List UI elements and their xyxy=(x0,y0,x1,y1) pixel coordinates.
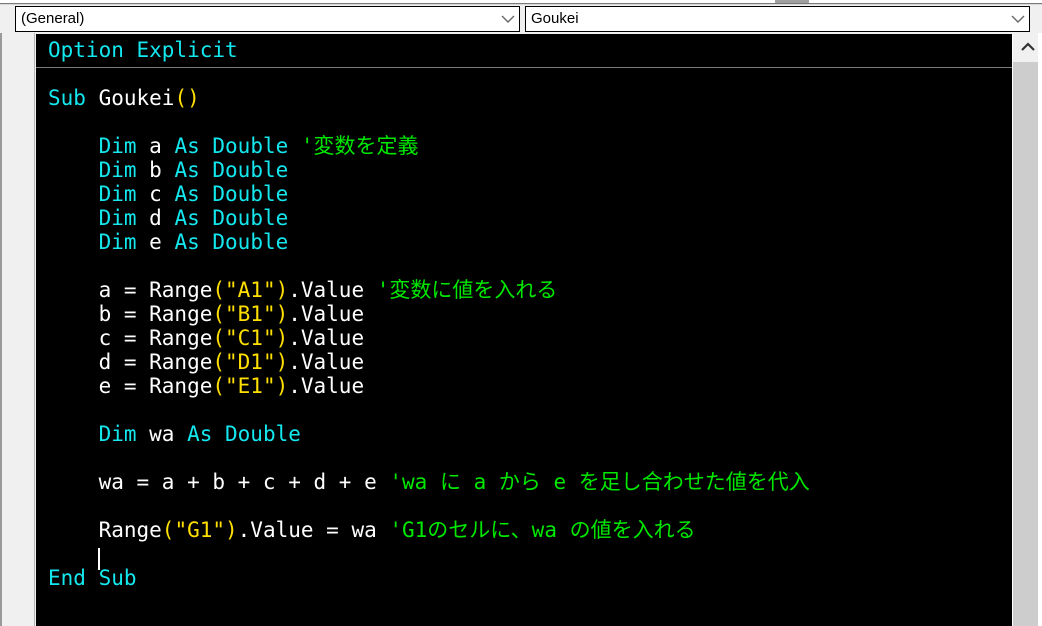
code-token-kw: End Sub xyxy=(48,566,137,590)
code-line: Dim e As Double xyxy=(48,230,1014,254)
code-token-id: .Value xyxy=(288,350,365,374)
code-token-kw: As Double xyxy=(161,158,289,182)
vba-code-window: (General) Goukei Option Explicit Sub Gou… xyxy=(0,0,1042,626)
code-line: a = Range("A1").Value '変数に値を入れる xyxy=(48,278,1014,302)
window-right-edge xyxy=(1038,33,1042,626)
code-token-str: ("A1") xyxy=(212,278,289,302)
code-token-id: .Value xyxy=(288,374,365,398)
code-token-cm: '変数に値を入れる xyxy=(364,278,558,302)
code-token-kw: Dim xyxy=(48,230,150,254)
code-token-id: a = Range xyxy=(48,278,213,302)
code-token-id: .Value = wa xyxy=(237,518,377,542)
code-token-id: b = Range xyxy=(48,302,213,326)
code-token-kw: As Double xyxy=(161,206,289,230)
code-editor-frame: Option Explicit Sub Goukei() Dim a As Do… xyxy=(0,33,1042,626)
code-token-id: e xyxy=(149,230,162,254)
code-line: d = Range("D1").Value xyxy=(48,350,1014,374)
code-line: Sub Goukei() xyxy=(48,86,1014,110)
code-token-id: wa xyxy=(149,422,175,446)
code-token-id: .Value xyxy=(288,326,365,350)
code-line: c = Range("C1").Value xyxy=(48,326,1014,350)
code-token-kw: As Double xyxy=(161,230,289,254)
code-token-id: d xyxy=(149,206,162,230)
code-token-kw: As Double xyxy=(174,422,301,446)
code-line: Dim d As Double xyxy=(48,206,1014,230)
code-line: e = Range("E1").Value xyxy=(48,374,1014,398)
code-line: Dim wa As Double xyxy=(48,422,1014,446)
code-token-str: ("E1") xyxy=(212,374,289,398)
code-token-id: .Value xyxy=(288,278,365,302)
code-token-kw: Dim xyxy=(48,158,150,182)
code-token-cm: 'wa に a から e を足し合わせた値を代入 xyxy=(376,470,810,494)
code-token-kw: Dim xyxy=(48,134,150,158)
code-token-id: c = Range xyxy=(48,326,213,350)
code-line: Dim c As Double xyxy=(48,182,1014,206)
chevron-down-icon[interactable] xyxy=(497,7,519,31)
code-line: wa = a + b + c + d + e 'wa に a から e を足し合… xyxy=(48,470,1014,494)
code-token-cm: 'G1のセルに、wa の値を入れる xyxy=(376,518,696,542)
code-line: Dim b As Double xyxy=(48,158,1014,182)
code-token-kw: Dim xyxy=(48,182,150,206)
code-line: Dim a As Double '変数を定義 xyxy=(48,134,1014,158)
code-line: Option Explicit xyxy=(48,38,1014,62)
chevron-down-icon[interactable] xyxy=(1007,7,1029,31)
code-token-id: wa = a + b + c + d + e xyxy=(48,470,377,494)
code-token-id: e = Range xyxy=(48,374,213,398)
code-token-id: Goukei xyxy=(98,86,175,110)
code-token-str: ("G1") xyxy=(161,518,238,542)
procedure-dropdown[interactable]: Goukei xyxy=(525,6,1030,32)
chevron-up-icon xyxy=(1020,42,1036,53)
code-lines-container: Option Explicit Sub Goukei() Dim a As Do… xyxy=(36,34,1014,590)
code-token-str: ("B1") xyxy=(212,302,289,326)
code-line: b = Range("B1").Value xyxy=(48,302,1014,326)
code-token-id: b xyxy=(149,158,162,182)
code-line: End Sub xyxy=(48,566,1014,590)
code-token-id: .Value xyxy=(288,302,365,326)
margin-indicator-bar[interactable] xyxy=(4,33,35,626)
code-token-kw: Sub xyxy=(48,86,99,110)
procedure-dropdown-value: Goukei xyxy=(531,10,579,27)
code-line: Range("G1").Value = wa 'G1のセルに、wa の値を入れる xyxy=(48,518,1014,542)
text-caret xyxy=(98,548,100,570)
code-window-toolbar: (General) Goukei xyxy=(0,5,1042,33)
object-dropdown[interactable]: (General) xyxy=(15,6,520,32)
procedure-separator-line xyxy=(36,67,1014,68)
code-token-kw: Dim xyxy=(48,422,150,446)
code-text-area[interactable]: Option Explicit Sub Goukei() Dim a As Do… xyxy=(36,34,1014,626)
code-token-str: ("C1") xyxy=(212,326,289,350)
code-token-id: Range xyxy=(48,518,162,542)
code-token-kw: Option Explicit xyxy=(48,38,238,62)
code-token-kw: As Double xyxy=(161,182,289,206)
code-token-id: c xyxy=(149,182,162,206)
code-token-cm: '変数を定義 xyxy=(288,134,419,158)
code-token-id: d = Range xyxy=(48,350,213,374)
code-token-kw: As Double xyxy=(161,134,289,158)
code-token-str: ("D1") xyxy=(212,350,289,374)
code-token-id: a xyxy=(149,134,162,158)
object-dropdown-value: (General) xyxy=(21,10,85,27)
code-token-str: () xyxy=(174,86,200,110)
code-token-kw: Dim xyxy=(48,206,150,230)
